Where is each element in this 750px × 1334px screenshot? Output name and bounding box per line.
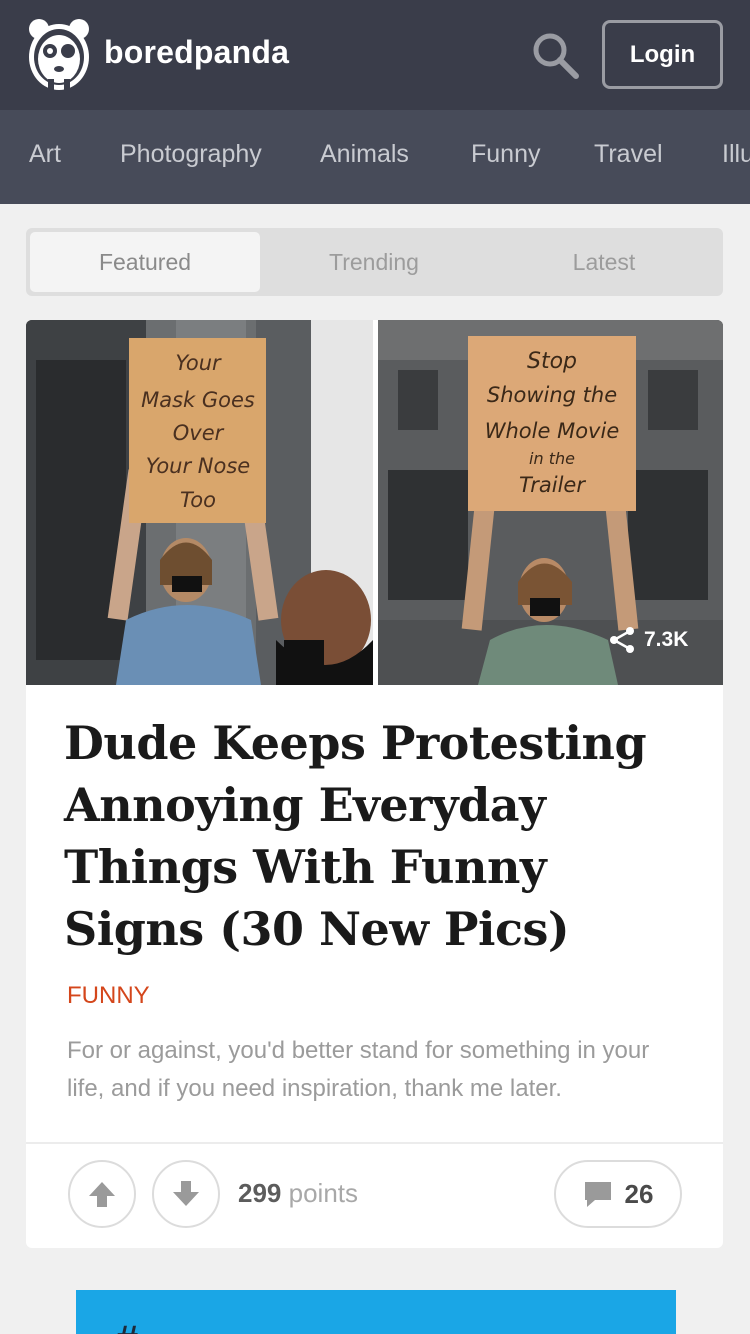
upvote-button[interactable] [68, 1160, 136, 1228]
svg-text:Over: Over [173, 421, 225, 445]
svg-text:Trailer: Trailer [519, 473, 586, 497]
tab-latest[interactable]: Latest [489, 232, 719, 292]
category-art[interactable]: Art [29, 140, 61, 169]
downvote-button[interactable] [152, 1160, 220, 1228]
panda-logo-icon[interactable] [26, 17, 92, 93]
share-count-value: 7.3K [644, 628, 689, 651]
category-travel[interactable]: Travel [594, 140, 663, 169]
svg-text:Your: Your [175, 351, 222, 375]
arrow-down-icon [173, 1181, 199, 1206]
svg-text:Showing the: Showing the [487, 383, 617, 407]
feed-tabs: Featured Trending Latest [26, 228, 723, 296]
arrow-up-icon [89, 1182, 115, 1207]
svg-text:Stop: Stop [527, 349, 577, 374]
ad-banner[interactable]: # [76, 1290, 676, 1334]
tab-featured[interactable]: Featured [30, 232, 260, 292]
article-image-left[interactable]: Your Mask Goes Over Your Nose Too [26, 320, 373, 685]
comments-button[interactable]: 26 [554, 1160, 682, 1228]
login-button[interactable]: Login [602, 20, 723, 89]
category-funny[interactable]: Funny [471, 140, 540, 169]
brand-name[interactable]: boredpanda [104, 34, 289, 71]
share-count[interactable]: 7.3K [608, 626, 688, 654]
article-excerpt: For or against, you'd better stand for s… [67, 1037, 650, 1102]
svg-text:Too: Too [180, 488, 216, 512]
category-nav: Art Photography Animals Funny Travel Ill… [0, 110, 750, 204]
points-label: points [288, 1178, 359, 1208]
share-icon [610, 627, 634, 653]
article-category[interactable]: FUNNY [67, 982, 150, 1010]
comment-bubble-icon [584, 1182, 611, 1207]
points-count: 299 points [238, 1178, 358, 1209]
svg-text:Mask Goes: Mask Goes [141, 388, 255, 412]
category-animals[interactable]: Animals [320, 140, 409, 169]
article-card[interactable]: Your Mask Goes Over Your Nose Too Stop S… [26, 320, 723, 1248]
divider [26, 1142, 723, 1144]
comments-count: 26 [624, 1178, 654, 1209]
category-photography[interactable]: Photography [120, 140, 262, 169]
svg-text:in the: in the [529, 449, 575, 468]
search-icon[interactable] [530, 30, 580, 80]
category-illustration[interactable]: Illu [722, 140, 750, 169]
top-header: boredpanda Login [0, 0, 750, 110]
points-value: 299 [238, 1178, 282, 1208]
svg-text:Whole Movie: Whole Movie [485, 419, 620, 443]
svg-text:Your Nose: Your Nose [146, 454, 250, 478]
article-title[interactable]: Dude Keeps Protesting Annoying Everyday … [64, 712, 694, 960]
ad-text: # [116, 1318, 144, 1334]
tab-trending[interactable]: Trending [259, 232, 489, 292]
